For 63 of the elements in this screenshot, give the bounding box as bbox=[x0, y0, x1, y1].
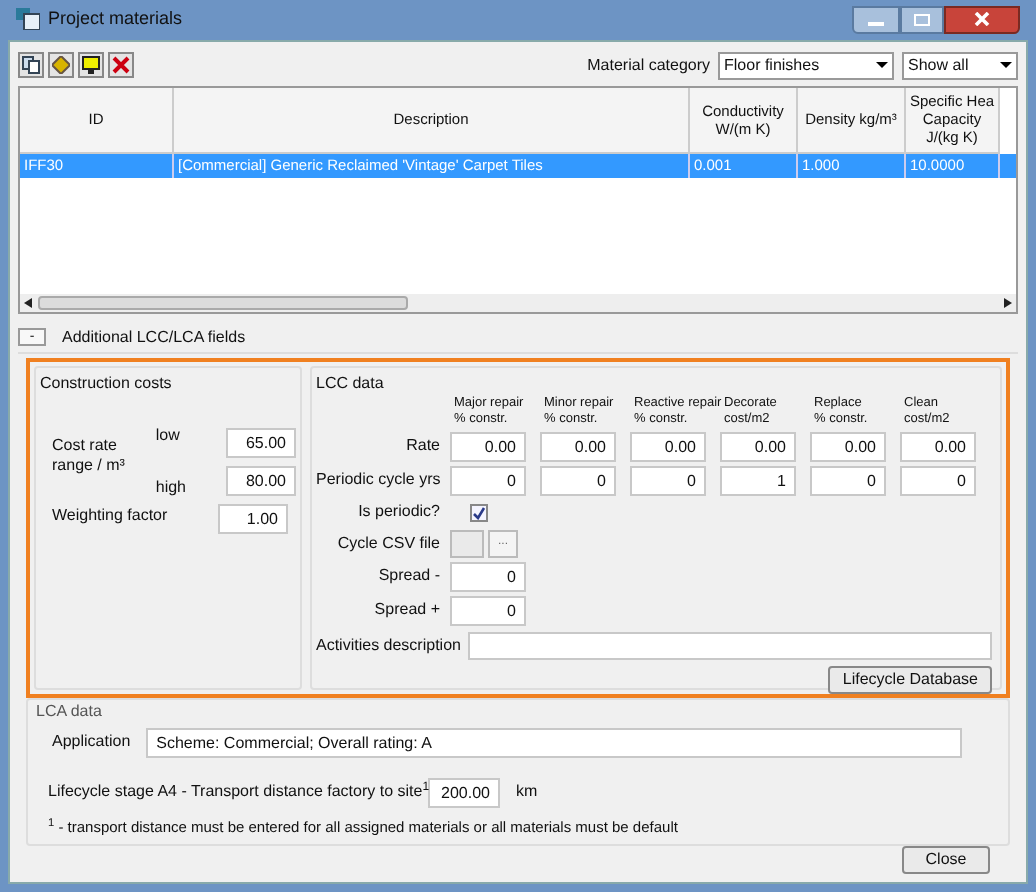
rate-field[interactable]: 0.00 bbox=[720, 431, 796, 462]
field-label: low bbox=[155, 423, 182, 448]
row-label: Cycle CSV file bbox=[335, 531, 442, 556]
row-label: Periodic cycle yrs bbox=[316, 468, 443, 493]
delete-icon bbox=[112, 56, 130, 75]
app-icon bbox=[16, 8, 40, 31]
cycle-field[interactable]: 0 bbox=[450, 465, 526, 496]
field-label: Lifecycle stage A4 - Transport distance factory to site$^{1}$ bbox=[48, 780, 428, 805]
maximize-button[interactable] bbox=[900, 5, 944, 34]
category-dropdown[interactable]: Floor finishes bbox=[718, 51, 894, 80]
scroll-right-icon[interactable] bbox=[1004, 297, 1012, 308]
field-label: high bbox=[155, 475, 186, 500]
lifecycle-database-button[interactable]: Lifecycle Database bbox=[828, 665, 992, 694]
panel-title: LCA data bbox=[36, 699, 104, 724]
show-dropdown[interactable]: Show all bbox=[902, 51, 1018, 80]
rate-field[interactable]: 0.00 bbox=[630, 431, 706, 462]
row-label: Spread - bbox=[376, 564, 442, 589]
cycle-field[interactable]: 0 bbox=[810, 465, 886, 496]
cycle-field[interactable]: 0 bbox=[900, 465, 976, 496]
field-label: Application bbox=[52, 730, 131, 755]
cycle-field[interactable]: 1 bbox=[720, 465, 796, 496]
close-icon bbox=[974, 12, 990, 27]
spread-plus-field[interactable]: 0 bbox=[450, 595, 526, 626]
rate-field[interactable]: 0.00 bbox=[540, 431, 616, 462]
row-label: Is periodic? bbox=[356, 500, 442, 525]
row-label: Spread + bbox=[372, 598, 442, 623]
high-field[interactable]: 80.00 bbox=[226, 465, 296, 496]
activities-field[interactable] bbox=[468, 631, 992, 660]
copy-icon bbox=[22, 56, 40, 75]
row-label: Rate bbox=[404, 434, 442, 459]
horizontal-scrollbar[interactable] bbox=[20, 293, 1016, 312]
transport-field[interactable]: 200.00 bbox=[428, 777, 500, 808]
row-label: Activities description bbox=[316, 633, 461, 658]
field-label: Cost rate range / m³ bbox=[52, 435, 127, 478]
application-field[interactable]: Scheme: Commercial; Overall rating: A bbox=[146, 727, 963, 758]
rate-field[interactable]: 0.00 bbox=[450, 431, 526, 462]
monitor-icon bbox=[82, 56, 100, 75]
csv-file-field[interactable] bbox=[450, 529, 484, 558]
close-dialog-button[interactable]: Close bbox=[902, 846, 990, 874]
periodic-checkbox[interactable] bbox=[470, 503, 488, 522]
cycle-field[interactable]: 0 bbox=[630, 465, 706, 496]
panel-title: Construction costs bbox=[40, 371, 174, 396]
caret-icon bbox=[876, 62, 888, 69]
weighting-field[interactable]: 1.00 bbox=[218, 503, 288, 534]
minimize-button[interactable] bbox=[852, 5, 900, 34]
rate-field[interactable]: 0.00 bbox=[900, 431, 976, 462]
copy-button[interactable] bbox=[18, 52, 44, 79]
check-icon bbox=[472, 505, 486, 520]
low-field[interactable]: 65.00 bbox=[226, 427, 296, 458]
spread-minus-field[interactable]: 0 bbox=[450, 561, 526, 592]
category-label: Material category bbox=[587, 53, 710, 78]
close-button[interactable] bbox=[944, 5, 1020, 34]
rate-field[interactable]: 0.00 bbox=[810, 431, 886, 462]
panel-title: LCC data bbox=[316, 371, 386, 396]
delete-button[interactable] bbox=[108, 52, 134, 79]
unit-label: km bbox=[516, 780, 538, 805]
window-title: Project materials bbox=[48, 6, 183, 33]
caret-icon bbox=[1000, 62, 1012, 69]
scroll-left-icon[interactable] bbox=[24, 297, 32, 308]
diamond-icon bbox=[52, 56, 70, 75]
cycle-field[interactable]: 0 bbox=[540, 465, 616, 496]
section-label: Additional LCC/LCA fields bbox=[62, 325, 246, 350]
field-label: Weighting factor bbox=[52, 503, 168, 528]
